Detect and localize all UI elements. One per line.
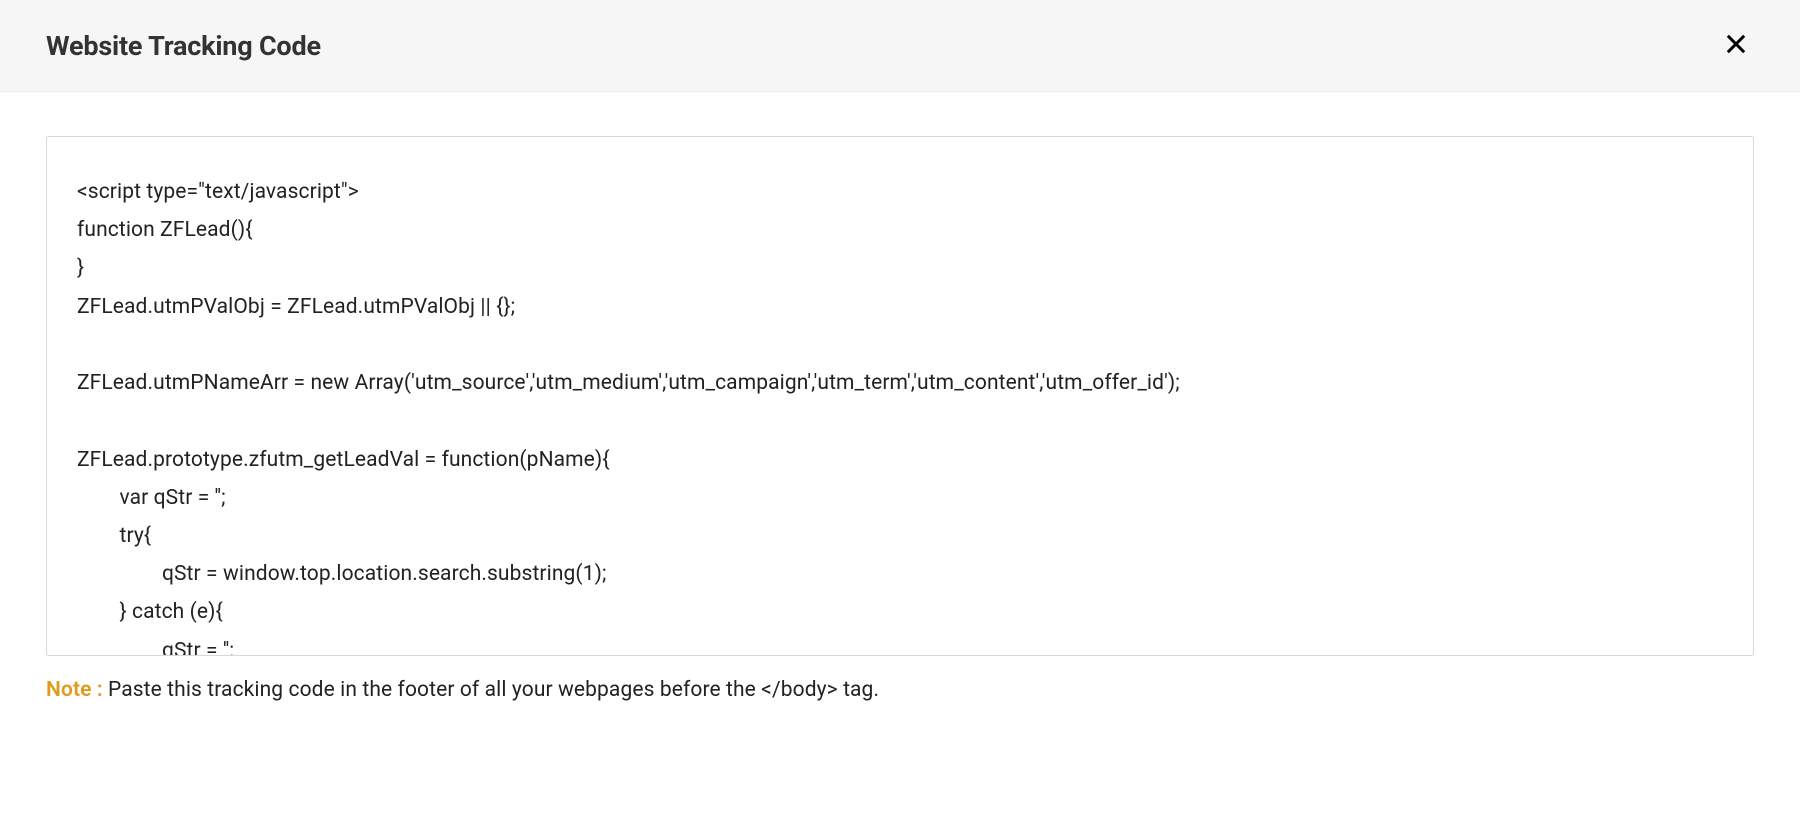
note-label: Note :: [46, 678, 108, 702]
note-line: Note : Paste this tracking code in the f…: [46, 678, 1754, 702]
note-text: Paste this tracking code in the footer o…: [108, 678, 879, 702]
tracking-code-modal: Website Tracking Code <script type="text…: [0, 0, 1800, 840]
code-box[interactable]: <script type="text/javascript"> function…: [46, 136, 1754, 656]
modal-body: <script type="text/javascript"> function…: [0, 92, 1800, 840]
close-button[interactable]: [1718, 26, 1754, 65]
modal-header: Website Tracking Code: [0, 0, 1800, 92]
code-content: <script type="text/javascript"> function…: [77, 173, 1723, 656]
close-icon: [1722, 30, 1750, 61]
modal-title: Website Tracking Code: [46, 30, 321, 62]
